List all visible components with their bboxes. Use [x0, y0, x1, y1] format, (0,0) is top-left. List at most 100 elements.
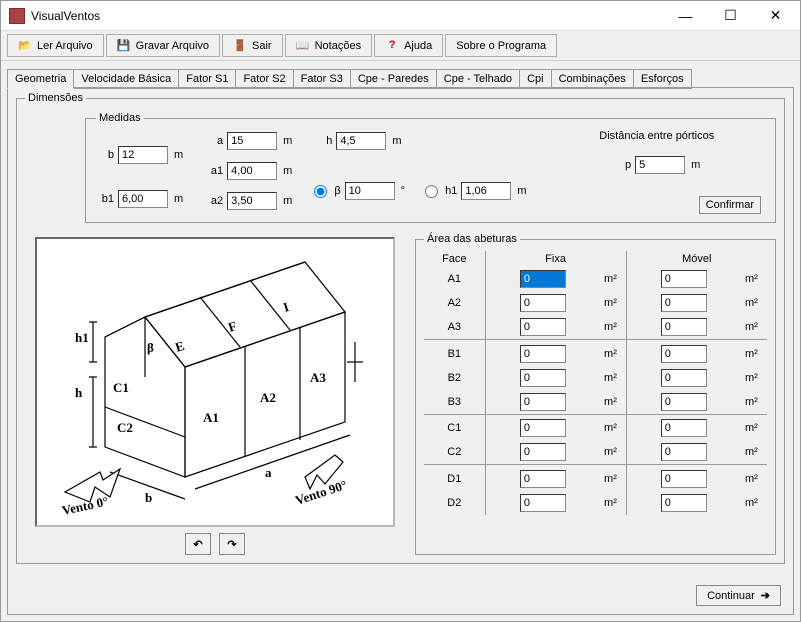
svg-text:A2: A2: [260, 390, 276, 405]
b1-input[interactable]: [118, 190, 168, 208]
a2-unit: m: [283, 195, 292, 207]
titlebar: VisualVentos — ☐ ✕: [1, 1, 800, 31]
beta-radio[interactable]: [314, 185, 327, 198]
tab-esforcos[interactable]: Esforços: [633, 69, 692, 89]
fixa-input[interactable]: [520, 494, 566, 512]
p-label: p: [613, 159, 631, 171]
aberturas-legend: Área das abeturas: [424, 233, 520, 245]
tab-s3[interactable]: Fator S3: [293, 69, 351, 89]
fixa-input[interactable]: [520, 294, 566, 312]
face-cell: D2: [424, 491, 485, 515]
beta-input[interactable]: [345, 182, 395, 200]
face-cell: B1: [424, 342, 485, 366]
fixa-input[interactable]: [520, 318, 566, 336]
unit: m²: [600, 366, 626, 390]
movel-input[interactable]: [661, 494, 707, 512]
fixa-input[interactable]: [520, 393, 566, 411]
movel-input[interactable]: [661, 294, 707, 312]
face-cell: D1: [424, 467, 485, 491]
b-input[interactable]: [118, 146, 168, 164]
h1-input[interactable]: [461, 182, 511, 200]
confirmar-button[interactable]: Confirmar: [699, 196, 761, 214]
svg-text:I: I: [281, 299, 290, 315]
dist-label: Distância entre pórticos: [599, 130, 714, 142]
h-label: h: [314, 135, 332, 147]
tab-velocidade[interactable]: Velocidade Básica: [73, 69, 179, 89]
a2-input[interactable]: [227, 192, 277, 210]
fixa-input[interactable]: [520, 345, 566, 363]
face-cell: C1: [424, 416, 485, 440]
unit: m²: [600, 342, 626, 366]
dimensoes-group: Dimensões Medidas b m b1 m: [16, 92, 785, 564]
notations-button[interactable]: 📖Notações: [285, 34, 372, 57]
svg-text:A1: A1: [203, 410, 219, 425]
unit: m²: [741, 342, 767, 366]
undo-icon: ↶: [193, 538, 202, 551]
unit: m²: [600, 467, 626, 491]
tab-combinacoes[interactable]: Combinações: [551, 69, 634, 89]
b1-label: b1: [96, 193, 114, 205]
beta-label: β: [334, 185, 340, 197]
help-button[interactable]: ?Ajuda: [374, 34, 443, 57]
rotate-ccw-button[interactable]: ↶: [185, 533, 211, 555]
exit-icon: 🚪: [233, 39, 247, 53]
fixa-input[interactable]: [520, 270, 566, 288]
tab-s2[interactable]: Fator S2: [235, 69, 293, 89]
a1-input[interactable]: [227, 162, 277, 180]
h1-label: h1: [445, 185, 457, 197]
unit: m²: [741, 291, 767, 315]
close-button[interactable]: ✕: [753, 1, 798, 30]
fixa-input[interactable]: [520, 443, 566, 461]
movel-input[interactable]: [661, 345, 707, 363]
fixa-input[interactable]: [520, 470, 566, 488]
movel-input[interactable]: [661, 443, 707, 461]
unit: m²: [741, 467, 767, 491]
p-input[interactable]: [635, 156, 685, 174]
svg-text:a: a: [265, 465, 272, 480]
movel-input[interactable]: [661, 369, 707, 387]
svg-text:β: β: [147, 340, 154, 355]
aberturas-row: B2m²m²: [424, 366, 767, 390]
movel-input[interactable]: [661, 393, 707, 411]
a1-unit: m: [283, 165, 292, 177]
tab-cpi[interactable]: Cpi: [519, 69, 552, 89]
unit: m²: [600, 440, 626, 465]
save-file-button[interactable]: 💾Gravar Arquivo: [106, 34, 220, 57]
aberturas-row: B3m²m²: [424, 390, 767, 415]
aberturas-table: Face Fixa Móvel A1m²m²A2m²m²A3m²m²B1m²m²…: [424, 251, 767, 515]
svg-text:h: h: [75, 385, 83, 400]
diagram-panel: h h1 β C1 C2 A1 A2 A3 E F I a b: [25, 233, 405, 555]
tab-geometria[interactable]: Geometria: [7, 69, 74, 89]
p-unit: m: [691, 159, 700, 171]
unit: m²: [741, 440, 767, 465]
h-input[interactable]: [336, 132, 386, 150]
tab-s1[interactable]: Fator S1: [178, 69, 236, 89]
col-fixa: Fixa: [485, 251, 626, 267]
fixa-input[interactable]: [520, 369, 566, 387]
aberturas-row: A3m²m²: [424, 315, 767, 340]
a-unit: m: [283, 135, 292, 147]
movel-input[interactable]: [661, 419, 707, 437]
continuar-button[interactable]: Continuar ➔: [696, 585, 781, 606]
tab-cpe-paredes[interactable]: Cpe - Paredes: [350, 69, 437, 89]
h1-radio[interactable]: [425, 185, 438, 198]
tab-cpe-telhado[interactable]: Cpe - Telhado: [436, 69, 520, 89]
movel-input[interactable]: [661, 318, 707, 336]
open-file-button[interactable]: 📂Ler Arquivo: [7, 34, 104, 57]
a-input[interactable]: [227, 132, 277, 150]
tab-content: Dimensões Medidas b m b1 m: [7, 87, 794, 615]
movel-input[interactable]: [661, 270, 707, 288]
about-button[interactable]: Sobre o Programa: [445, 34, 557, 57]
col-movel: Móvel: [626, 251, 767, 267]
tabs: Geometria Velocidade Básica Fator S1 Fat…: [1, 63, 800, 89]
rotate-cw-button[interactable]: ↷: [219, 533, 245, 555]
maximize-button[interactable]: ☐: [708, 1, 753, 30]
exit-button[interactable]: 🚪Sair: [222, 34, 283, 57]
svg-text:A3: A3: [310, 370, 326, 385]
fixa-input[interactable]: [520, 419, 566, 437]
medidas-group: Medidas b m b1 m: [85, 112, 776, 223]
unit: m²: [741, 416, 767, 440]
movel-input[interactable]: [661, 470, 707, 488]
minimize-button[interactable]: —: [663, 1, 708, 30]
save-icon: 💾: [117, 39, 131, 53]
